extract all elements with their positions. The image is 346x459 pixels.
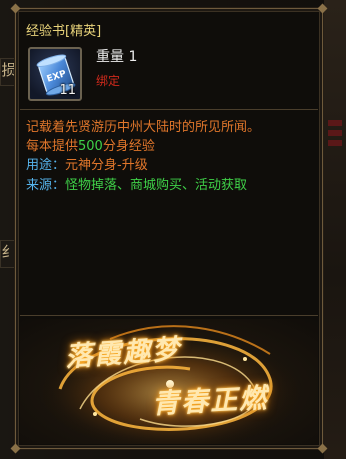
item-weight: 重量 1 — [96, 49, 138, 65]
banner-slogan-2: 青春正燃 — [151, 382, 269, 421]
item-description: 记载着先贤游历中州大陆时的所见所闻。 — [26, 120, 261, 135]
background-scrollbar — [324, 0, 346, 459]
divider — [20, 109, 318, 110]
bound-status: 绑定 — [96, 74, 121, 88]
item-stack-count: 11 — [59, 83, 76, 98]
exp-provide-suffix: 分身经验 — [102, 139, 155, 154]
banner-slogan-1: 落霞趣梦 — [64, 333, 183, 374]
exp-provide-prefix: 每本提供 — [26, 139, 79, 154]
promo-banner: 落霞趣梦 青春正燃 — [20, 319, 318, 444]
item-icon-slot[interactable]: EXP 11 — [28, 47, 82, 101]
source-value: 怪物掉落、商城购买、活动获取 — [65, 178, 248, 193]
item-usage: 用途：元神分身-升级 — [26, 156, 148, 175]
usage-label: 用途： — [26, 158, 66, 173]
item-exp-provide: 每本提供500分身经验 — [26, 137, 155, 156]
item-title: 经验书[精英] — [26, 24, 102, 39]
item-tooltip: 经验书[精英] EXP 11 重量 1 绑定 记载着先贤游历中州大陆时的所见所闻… — [10, 3, 328, 454]
exp-provide-value: 500 — [78, 139, 103, 154]
item-source: 来源：怪物掉落、商城购买、活动获取 — [26, 176, 247, 195]
source-label: 来源： — [26, 178, 66, 193]
usage-value: 元神分身-升级 — [65, 158, 148, 173]
divider — [20, 315, 318, 316]
